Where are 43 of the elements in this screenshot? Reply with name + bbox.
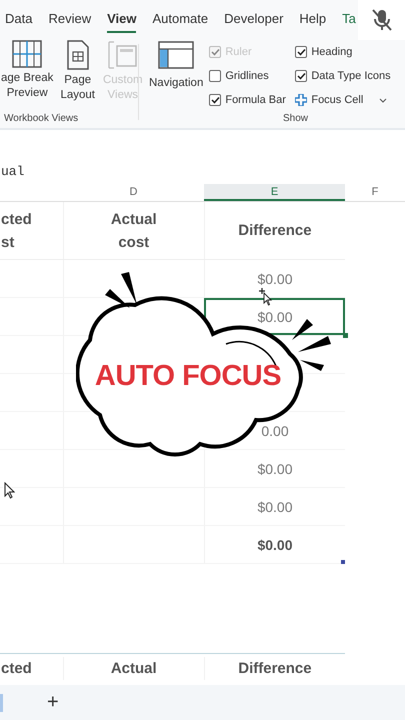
microphone-off-icon[interactable] <box>370 8 392 32</box>
checkbox[interactable] <box>295 70 308 82</box>
ribbon-tab[interactable]: Developer <box>224 5 284 33</box>
navigation-button[interactable]: Navigation <box>145 40 208 91</box>
caret-icon[interactable] <box>379 98 388 102</box>
checkbox[interactable] <box>209 70 222 82</box>
ribbon-tab[interactable]: View <box>107 5 136 33</box>
overlay-title: AUTO FOCUS <box>94 360 282 393</box>
column-header[interactable]: E <box>204 184 345 201</box>
page-icon <box>66 40 90 70</box>
grid-icon <box>12 40 42 68</box>
column-header[interactable]: D <box>63 184 204 201</box>
table-cell: $0.00 <box>204 450 345 487</box>
view-button[interactable]: age Break Preview <box>0 40 56 101</box>
checkbox-label: Data Type Icons <box>311 70 391 82</box>
focus-cell-button[interactable]: Focus Cell <box>311 94 376 106</box>
view-button[interactable]: Page Layout <box>56 40 99 103</box>
ribbon-tab[interactable]: Automate <box>152 5 208 33</box>
group-label: Show <box>282 113 310 124</box>
column-title: Actual cost <box>110 210 157 252</box>
column-title: cted st <box>1 210 32 252</box>
fill-handle[interactable] <box>343 333 348 338</box>
checkbox[interactable] <box>295 46 308 58</box>
cross-icon <box>295 94 308 106</box>
ribbon-tab[interactable]: Help <box>299 5 326 33</box>
window-icon <box>108 40 138 70</box>
column-title: cted <box>1 659 32 679</box>
table-cell: $0.00 <box>204 488 345 525</box>
column-title: Difference <box>238 221 312 241</box>
checkbox-label: Formula Bar <box>225 94 286 106</box>
column-title: Difference <box>238 659 312 679</box>
add-sheet-button[interactable]: + <box>43 691 63 714</box>
checkbox[interactable] <box>209 94 222 106</box>
ribbon-tab[interactable]: Ta <box>342 5 356 33</box>
column-title: Actual <box>110 659 157 679</box>
group-label: Workbook Views <box>3 113 80 124</box>
checkbox-label: Heading <box>311 46 352 58</box>
checkbox-label: Gridlines <box>225 70 269 82</box>
resize-handle-icon[interactable] <box>341 560 345 564</box>
formula-value: ual <box>1 164 24 179</box>
column-header[interactable]: F <box>345 184 405 201</box>
ribbon-tab[interactable]: Data <box>5 5 32 33</box>
ribbon-tab[interactable]: Review <box>48 5 92 33</box>
